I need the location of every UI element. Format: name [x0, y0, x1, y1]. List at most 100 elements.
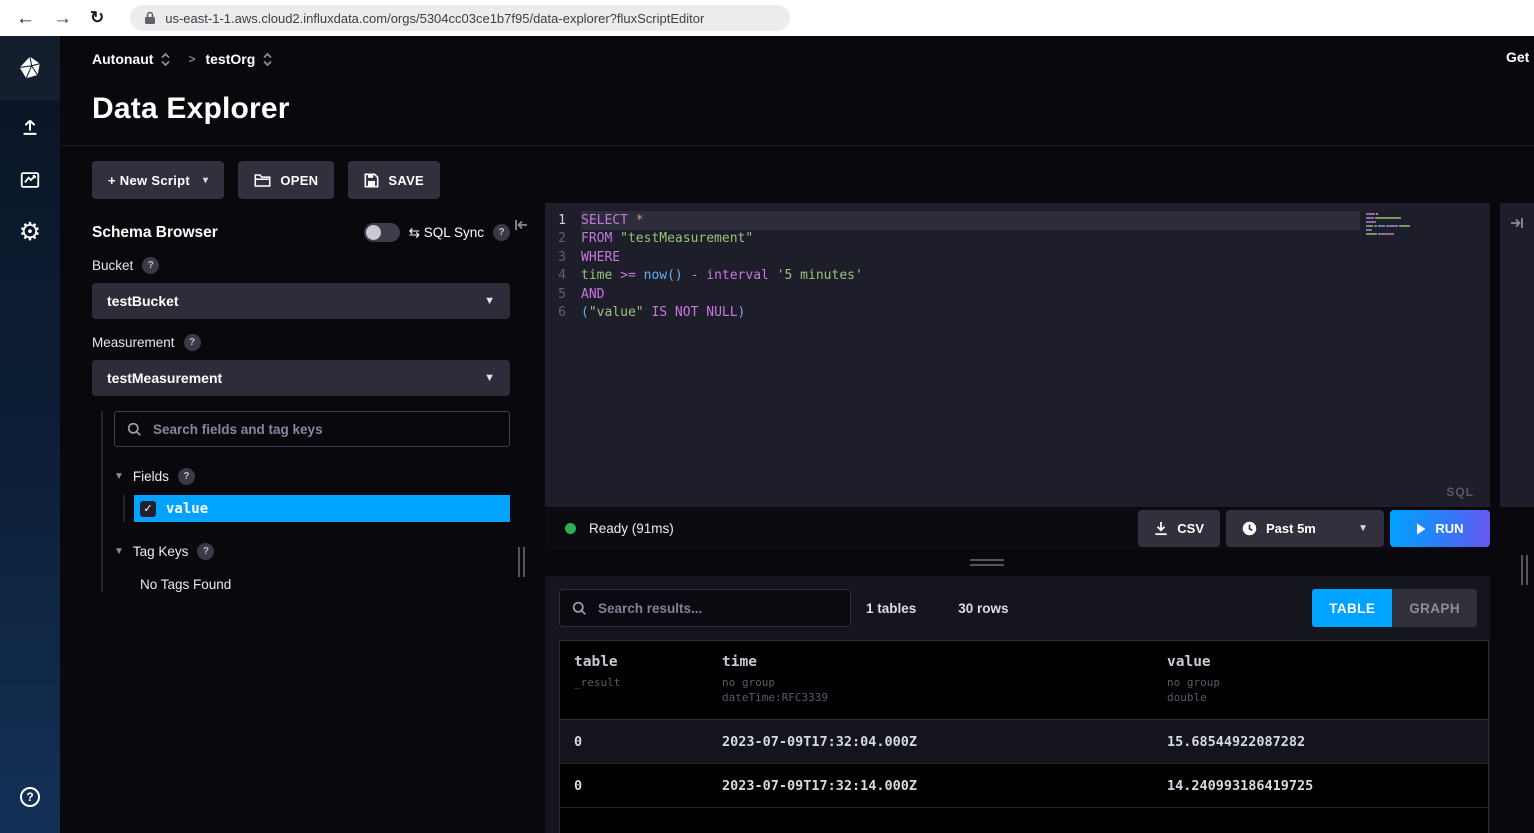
- query-status-bar: Ready (91ms) CSV: [545, 508, 1490, 549]
- save-button[interactable]: SAVE: [348, 161, 440, 199]
- tab-table[interactable]: TABLE: [1312, 589, 1392, 627]
- table-row[interactable]: 02023-07-09T17:32:04.000Z15.685449220872…: [560, 720, 1488, 764]
- line-number: 3: [545, 250, 581, 265]
- code-tokens: WHERE: [581, 248, 1360, 267]
- table-cell: 0: [574, 734, 722, 750]
- workspace-switcher-icon[interactable]: [262, 52, 273, 67]
- results-table-header: table_resulttimeno groupdateTime:RFC3339…: [560, 641, 1488, 720]
- save-icon: [364, 173, 379, 188]
- time-range-dropdown[interactable]: Past 5m ▼: [1226, 510, 1384, 547]
- table-row[interactable]: 02023-07-09T17:32:14.000Z14.240993186419…: [560, 764, 1488, 808]
- vertical-drag-handle-right[interactable]: [1521, 555, 1528, 585]
- nav-help[interactable]: ?: [0, 770, 60, 823]
- results-table: table_resulttimeno groupdateTime:RFC3339…: [559, 640, 1489, 833]
- tag-keys-section-header[interactable]: ▼ Tag Keys ?: [114, 543, 510, 560]
- code-lines[interactable]: 1SELECT *2FROM "testMeasurement"3WHERE4t…: [545, 211, 1490, 322]
- save-label: SAVE: [388, 173, 424, 188]
- code-tokens: SELECT *: [581, 211, 1360, 230]
- column-header: valueno groupdouble: [1167, 654, 1488, 705]
- bucket-help-icon[interactable]: ?: [142, 257, 159, 274]
- search-icon: [572, 601, 587, 616]
- editor-line[interactable]: 1SELECT *: [545, 211, 1490, 230]
- measurement-dropdown[interactable]: testMeasurement ▼: [92, 360, 510, 396]
- results-search-box[interactable]: [559, 589, 851, 627]
- new-script-button[interactable]: + New Script ▾: [92, 161, 224, 199]
- chevron-down-icon: ▼: [484, 295, 495, 307]
- code-tokens: AND: [581, 285, 1360, 304]
- influxdb-cube-icon: [17, 55, 43, 81]
- horizontal-drag-handle[interactable]: [970, 559, 1004, 569]
- line-number: 2: [545, 231, 581, 246]
- address-bar[interactable]: us-east-1-1.aws.cloud2.influxdata.com/or…: [130, 5, 790, 31]
- no-tags-message: No Tags Found: [140, 577, 510, 592]
- view-tabs: TABLE GRAPH: [1312, 589, 1477, 627]
- csv-download-button[interactable]: CSV: [1138, 510, 1220, 547]
- org-switcher-icon[interactable]: [160, 52, 171, 67]
- run-label: RUN: [1435, 521, 1463, 536]
- collapse-left-icon[interactable]: [514, 219, 528, 231]
- clock-icon: [1242, 521, 1257, 536]
- bucket-value: testBucket: [107, 293, 179, 309]
- browser-forward-icon[interactable]: →: [53, 9, 72, 28]
- nav-upload[interactable]: [0, 100, 60, 153]
- bucket-label: Bucket: [92, 258, 133, 273]
- sql-sync-toggle[interactable]: [364, 223, 400, 242]
- vertical-drag-handle[interactable]: [518, 547, 525, 577]
- toggle-knob: [366, 225, 381, 240]
- time-range-label: Past 5m: [1266, 521, 1316, 536]
- schema-search-input[interactable]: [153, 422, 497, 437]
- browser-back-icon[interactable]: ←: [16, 9, 35, 28]
- table-cell: 14.240993186419725: [1167, 778, 1488, 794]
- open-button[interactable]: OPEN: [238, 161, 334, 199]
- browser-reload-icon[interactable]: ↻: [90, 8, 104, 28]
- editor-line[interactable]: 6("value" IS NOT NULL): [545, 304, 1490, 323]
- nav-data-explorer[interactable]: [0, 153, 60, 206]
- tab-graph[interactable]: GRAPH: [1392, 589, 1477, 627]
- nav-settings[interactable]: ⚙: [0, 206, 60, 259]
- schema-search-box[interactable]: [114, 411, 510, 447]
- status-dot-icon: [565, 523, 576, 534]
- new-script-label: + New Script: [108, 173, 190, 188]
- run-button[interactable]: RUN: [1390, 510, 1490, 547]
- tables-count: 1 tables: [866, 601, 916, 616]
- fields-section-header[interactable]: ▼ Fields ?: [114, 468, 510, 485]
- bucket-dropdown[interactable]: testBucket ▼: [92, 283, 510, 319]
- code-tokens: ("value" IS NOT NULL): [581, 304, 1360, 323]
- results-search-input[interactable]: [598, 601, 838, 616]
- field-item-value[interactable]: ✓ value: [134, 495, 510, 522]
- schema-browser-panel: Schema Browser ⇆ SQL Sync ? Bucket ? tes…: [60, 203, 510, 833]
- left-nav-rail: ⚙ ?: [0, 36, 60, 833]
- influxdb-logo[interactable]: [0, 36, 60, 100]
- results-panel: 1 tables 30 rows TABLE GRAPH table_resul…: [545, 576, 1490, 833]
- schema-tree: ▼ Fields ? ✓ value ▼ Tag Keys ?: [101, 411, 510, 592]
- editor-line[interactable]: 2FROM "testMeasurement": [545, 230, 1490, 249]
- measurement-label: Measurement: [92, 335, 175, 350]
- checkbox-checked-icon[interactable]: ✓: [140, 501, 156, 517]
- lock-icon: [144, 11, 156, 25]
- sql-sync-help-icon[interactable]: ?: [493, 224, 510, 241]
- horizontal-splitter[interactable]: [545, 549, 1490, 576]
- tag-keys-help-icon[interactable]: ?: [197, 543, 214, 560]
- fields-help-icon[interactable]: ?: [178, 468, 195, 485]
- collapse-caret-icon: ▼: [114, 471, 124, 482]
- editor-line[interactable]: 4time >= now() - interval '5 minutes': [545, 267, 1490, 286]
- line-number: 6: [545, 305, 581, 320]
- column-header: table_result: [574, 654, 722, 705]
- play-icon: [1416, 523, 1426, 535]
- get-link[interactable]: Get: [1506, 49, 1534, 65]
- measurement-help-icon[interactable]: ?: [184, 334, 201, 351]
- page-title: Data Explorer: [92, 92, 1534, 126]
- fields-label: Fields: [133, 469, 169, 484]
- sql-editor[interactable]: 1SELECT *2FROM "testMeasurement"3WHERE4t…: [545, 203, 1490, 507]
- help-icon: ?: [20, 787, 40, 807]
- expand-right-icon[interactable]: [1510, 217, 1524, 507]
- breadcrumb-workspace[interactable]: testOrg: [205, 51, 255, 67]
- status-text: Ready (91ms): [589, 521, 674, 536]
- editor-line[interactable]: 5AND: [545, 285, 1490, 304]
- tag-keys-label: Tag Keys: [133, 544, 189, 559]
- editor-line[interactable]: 3WHERE: [545, 248, 1490, 267]
- breadcrumb-org[interactable]: Autonaut: [92, 51, 153, 67]
- minimap[interactable]: [1366, 213, 1410, 237]
- breadcrumb-separator: >: [188, 52, 195, 66]
- vertical-splitter[interactable]: [510, 203, 545, 833]
